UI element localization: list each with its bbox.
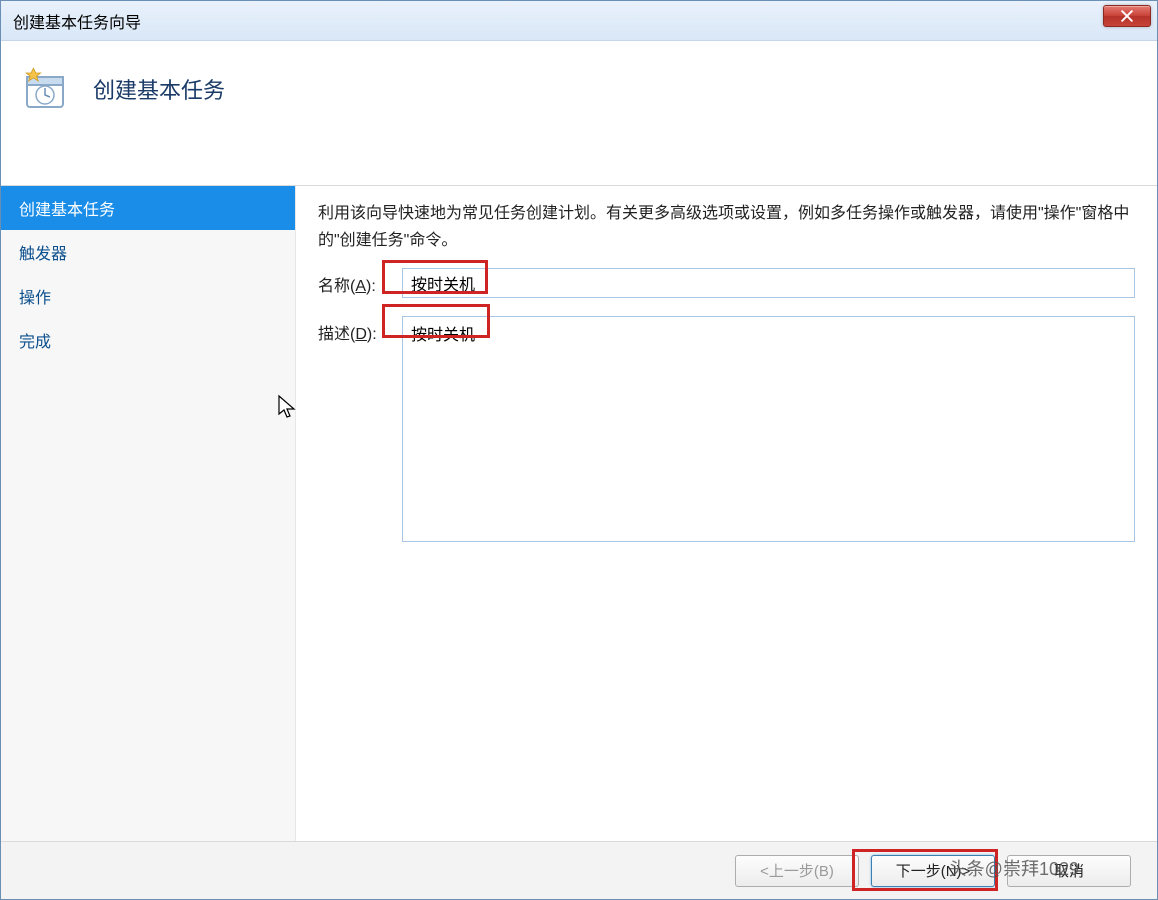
content-area: 创建基本任务 触发器 操作 完成 利用该向导快速地为常见任务创建计划。有关更多高… bbox=[1, 186, 1157, 841]
wizard-window: 创建基本任务向导 创建基本任务 创建基本任务 触发器 操作 完成 bbox=[0, 0, 1158, 900]
wizard-sidebar: 创建基本任务 触发器 操作 完成 bbox=[1, 186, 296, 841]
name-label: 名称(A): bbox=[318, 268, 402, 296]
intro-text: 利用该向导快速地为常见任务创建计划。有关更多高级选项或设置，例如多任务操作或触发… bbox=[318, 200, 1135, 254]
calendar-star-icon bbox=[21, 65, 69, 113]
cancel-button[interactable]: 取消 bbox=[1007, 855, 1131, 887]
next-button[interactable]: 下一步(N)> bbox=[871, 855, 995, 887]
close-icon bbox=[1120, 10, 1134, 22]
close-button[interactable] bbox=[1103, 5, 1151, 27]
description-label: 描述(D): bbox=[318, 316, 402, 344]
sidebar-item-finish[interactable]: 完成 bbox=[1, 318, 295, 362]
description-input[interactable] bbox=[402, 316, 1135, 542]
window-title: 创建基本任务向导 bbox=[13, 9, 141, 33]
page-title: 创建基本任务 bbox=[93, 65, 225, 105]
name-input[interactable] bbox=[402, 268, 1135, 298]
main-panel: 利用该向导快速地为常见任务创建计划。有关更多高级选项或设置，例如多任务操作或触发… bbox=[296, 186, 1157, 841]
wizard-footer: <上一步(B) 下一步(N)> 取消 bbox=[1, 841, 1157, 899]
sidebar-item-trigger[interactable]: 触发器 bbox=[1, 230, 295, 274]
back-button[interactable]: <上一步(B) bbox=[735, 855, 859, 887]
titlebar: 创建基本任务向导 bbox=[1, 1, 1157, 41]
sidebar-item-action[interactable]: 操作 bbox=[1, 274, 295, 318]
sidebar-item-create-task[interactable]: 创建基本任务 bbox=[1, 186, 295, 230]
name-row: 名称(A): bbox=[318, 268, 1135, 298]
wizard-header: 创建基本任务 bbox=[1, 41, 1157, 186]
description-row: 描述(D): bbox=[318, 316, 1135, 542]
